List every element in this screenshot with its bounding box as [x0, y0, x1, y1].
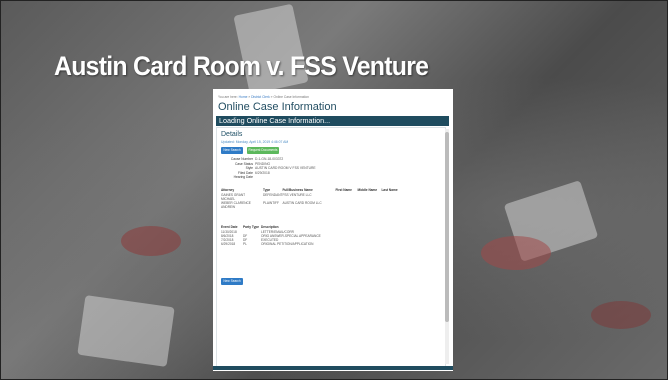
breadcrumb-home-link[interactable]: Home — [239, 95, 248, 99]
parties-table: Attorney Type Full/Business Name First N… — [221, 188, 398, 209]
attorney-cell: WEBER CLARENCE ANDREW — [221, 201, 263, 209]
events-table: Event Date Party Type Description 11/30/… — [221, 225, 321, 246]
scrollbar[interactable] — [445, 129, 449, 364]
updated-timestamp: Updated: Monday, April 15, 2019 4:46:07 … — [221, 140, 289, 144]
breadcrumb-prefix: You are here: — [218, 95, 238, 99]
new-search-button[interactable]: New Search — [221, 147, 243, 154]
table-row: WEBER CLARENCE ANDREW PLAINTIFF AUSTIN CA… — [221, 201, 398, 209]
court-case-screenshot: You are here: Home » District Clerk » On… — [213, 89, 453, 371]
attorney-cell: GAINES GRANT MICHAEL — [221, 193, 263, 201]
page-title: Online Case Information — [218, 101, 337, 113]
event-date-cell: 6/29/2018 — [221, 242, 236, 247]
party-name-cell: AUSTIN CARD ROOM LLC — [282, 201, 322, 206]
slide-title: Austin Card Room v. FSS Venture — [54, 51, 429, 81]
details-panel: Details Updated: Monday, April 15, 2019 … — [216, 127, 446, 367]
event-party-cell: PL — [243, 242, 247, 247]
party-type-cell: DEFENDANT — [263, 193, 283, 197]
case-info: Cause Number D-1-GN-18-003372 Case Status… — [221, 157, 316, 180]
event-description-cell: ORIGINAL PETITION/APPLICATION — [261, 242, 314, 247]
party-type-cell: PLAINTIFF — [263, 201, 279, 206]
background-playing-card — [77, 295, 175, 367]
loading-banner: Loading Online Case Information... — [216, 116, 449, 126]
background-poker-chip — [481, 236, 551, 270]
details-heading: Details — [221, 131, 243, 138]
field-value: 6/29/2018 — [255, 170, 270, 175]
request-documents-button[interactable]: Request Documents — [247, 147, 279, 154]
background-poker-chip — [121, 226, 181, 256]
screenshot-footer-bar — [213, 366, 453, 370]
background-poker-chip — [591, 301, 651, 329]
breadcrumb-current: Online Case Information — [273, 95, 309, 99]
table-row: 6/29/2018 PL ORIGINAL PETITION/APPLICATI… — [221, 242, 321, 246]
field-label: Hearing Date — [233, 175, 253, 180]
new-search-button-bottom[interactable]: New Search — [221, 278, 243, 285]
breadcrumb: You are here: Home » District Clerk » On… — [218, 95, 309, 99]
table-row: GAINES GRANT MICHAEL DEFENDANT FSS VENTUR… — [221, 193, 398, 201]
case-field-hearing-date: Hearing Date — [221, 175, 316, 180]
party-name-cell: FSS VENTURE LLC — [282, 193, 312, 197]
breadcrumb-district-clerk-link[interactable]: District Clerk — [251, 95, 270, 99]
attorney-name-cont: ANDREW — [221, 205, 236, 210]
scrollbar-thumb[interactable] — [445, 132, 449, 322]
